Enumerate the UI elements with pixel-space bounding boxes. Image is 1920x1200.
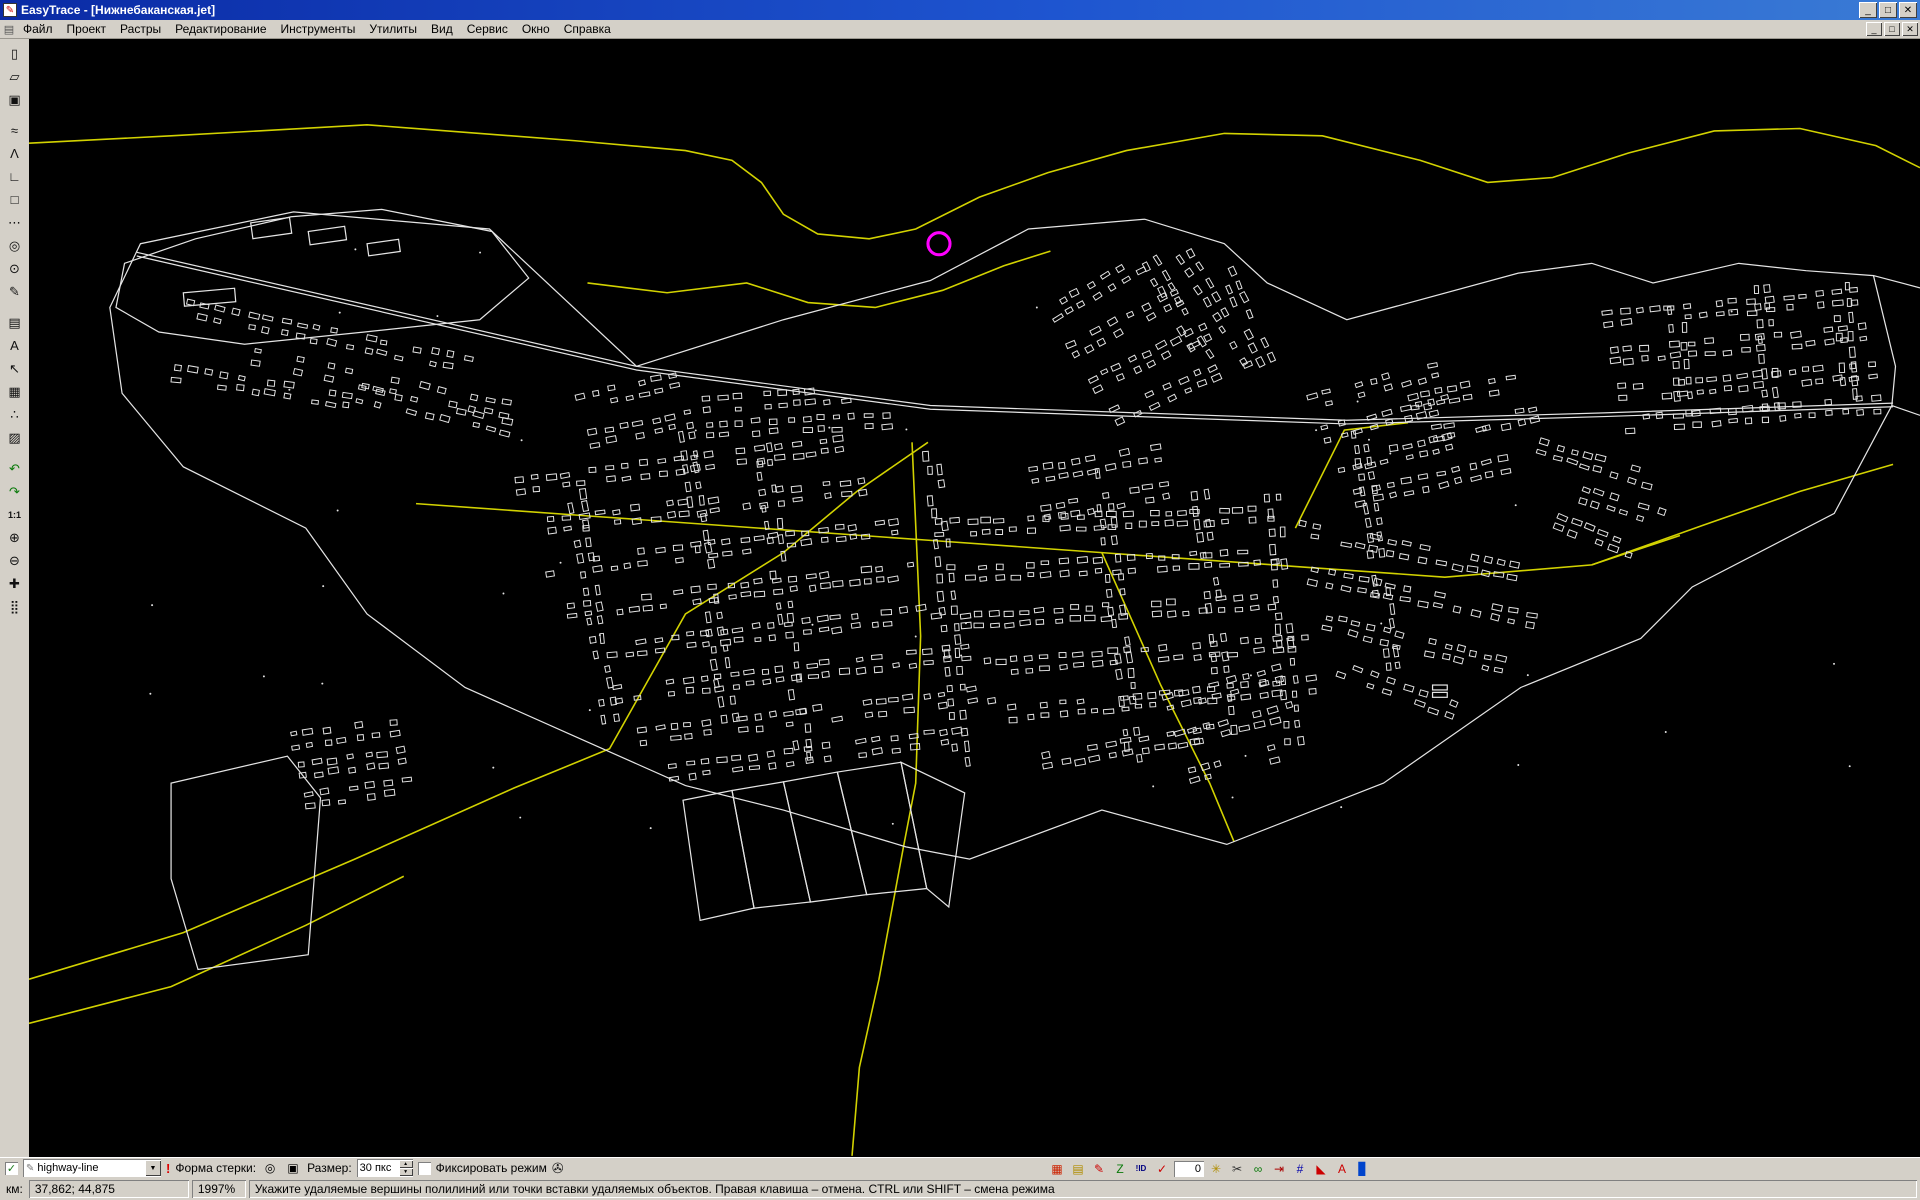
titlebar: ✎ EasyTrace - [Нижнебаканская.jet] _ □ ✕ [0,0,1920,20]
ellipse-tool-icon[interactable]: ◎ [3,234,27,257]
zoom-out-icon[interactable]: ⊖ [3,549,27,572]
coordinates-panel: 37,862; 44,875 [29,1180,189,1198]
paste-tool-icon[interactable]: ▤ [3,311,27,334]
left-toolbar: ▯▱▣ ≈Λ∟□⋯◎⊙✎ ▤A↖▦∴▨ ↶↷1:1⊕⊖✚⣿ [0,39,29,1157]
mdi-restore-button[interactable]: □ [1884,22,1900,36]
menu-item-5[interactable]: Утилиты [362,20,424,38]
z-order-icon[interactable]: Z [1111,1160,1129,1177]
grid-select-tool-icon[interactable]: ▦ [3,380,27,403]
eraser-tool-icon[interactable]: ▨ [3,426,27,449]
layer-visibility-checkbox[interactable]: ✓ [5,1162,18,1175]
counter-input[interactable]: 0 [1174,1161,1204,1177]
text-tool-icon[interactable]: A [3,334,27,357]
status-message: Укажите удаляемые вершины полилиний или … [249,1180,1917,1198]
spinner-down-icon[interactable]: ▼ [399,1168,413,1176]
menubar: ▤ ФайлПроектРастрыРедактированиеИнструме… [0,20,1920,39]
dot-grid-tool-icon[interactable]: ⣿ [3,595,27,618]
mdi-window-buttons: _ □ ✕ [1864,22,1918,36]
mdi-minimize-button[interactable]: _ [1866,22,1882,36]
pencil-z-icon[interactable]: ✎ [1090,1160,1108,1177]
camera-icon[interactable]: ✇ [552,1160,564,1177]
zoom-in-icon[interactable]: ⊕ [3,526,27,549]
exit-edit-icon[interactable]: ⇥ [1270,1160,1288,1177]
menu-item-2[interactable]: Растры [113,20,168,38]
flag-icon[interactable]: ◣ [1312,1160,1330,1177]
scale-1-1-icon[interactable]: 1:1 [3,503,27,526]
menu-item-1[interactable]: Проект [60,20,114,38]
zoom-panel: 1997% [192,1180,246,1198]
menu-items: ФайлПроектРастрыРедактированиеИнструмент… [16,20,618,38]
object-id-icon[interactable]: !ID [1132,1160,1150,1177]
point-tool-icon[interactable]: ⊙ [3,257,27,280]
zigzag-line-tool-icon[interactable]: Λ [3,142,27,165]
easytrace-window: ✎ EasyTrace - [Нижнебаканская.jet] _ □ ✕… [0,0,1920,1200]
document-icon: ▤ [2,22,16,36]
size-value: 30 пкс [360,1162,392,1174]
grid-icon[interactable]: # [1291,1160,1309,1177]
menu-item-9[interactable]: Справка [557,20,618,38]
fix-mode-label: Фиксировать режим [436,1161,547,1175]
fix-mode-checkbox[interactable] [418,1162,431,1175]
pan-tool-icon[interactable]: ✚ [3,572,27,595]
km-label: км: [3,1182,26,1196]
size-spinner-arrows[interactable]: ▲ ▼ [399,1160,413,1176]
menu-item-6[interactable]: Вид [424,20,460,38]
menu-item-3[interactable]: Редактирование [168,20,273,38]
ortho-line-tool-icon[interactable]: ∟ [3,165,27,188]
raster-text-icon[interactable]: ▤ [1069,1160,1087,1177]
dotted-line-tool-icon[interactable]: ⋯ [3,211,27,234]
snap-icon[interactable]: ✳ [1207,1160,1225,1177]
topology-check-icon[interactable]: ✓ [1153,1160,1171,1177]
save-icon[interactable]: ▣ [3,88,27,111]
menu-item-8[interactable]: Окно [515,20,557,38]
undo-icon[interactable]: ↶ [3,457,27,480]
layer-combobox[interactable]: ✎ highway-line ▼ [23,1159,161,1177]
eraser-circle-button[interactable]: ◎ [261,1159,279,1177]
layer-combobox-value: highway-line [37,1162,98,1174]
statistics-icon[interactable]: ▊ [1354,1160,1372,1177]
eraser-square-button[interactable]: ▣ [284,1159,302,1177]
eraser-shape-label: Форма стерки: [175,1161,256,1175]
rectangle-tool-icon[interactable]: □ [3,188,27,211]
size-spinner[interactable]: 30 пкс ▲ ▼ [357,1159,413,1177]
mdi-close-button[interactable]: ✕ [1902,22,1918,36]
menu-item-7[interactable]: Сервис [460,20,515,38]
font-icon[interactable]: A [1333,1160,1351,1177]
map-cursor [928,233,950,255]
status-bar: км: 37,862; 44,875 1997% Укажите удаляем… [0,1178,1920,1200]
map-canvas[interactable] [29,39,1920,1157]
cut-polyline-icon[interactable]: ✂ [1228,1160,1246,1177]
main-content: ▯▱▣ ≈Λ∟□⋯◎⊙✎ ▤A↖▦∴▨ ↶↷1:1⊕⊖✚⣿ [0,39,1920,1157]
vector-map[interactable] [29,39,1920,1157]
raster-layers-icon[interactable]: ▦ [1048,1160,1066,1177]
spinner-up-icon[interactable]: ▲ [399,1160,413,1168]
menu-item-0[interactable]: Файл [16,20,60,38]
open-file-icon[interactable]: ▱ [3,65,27,88]
redo-icon[interactable]: ↷ [3,480,27,503]
curve-tool-icon[interactable]: ≈ [3,119,27,142]
menu-item-4[interactable]: Инструменты [274,20,363,38]
minimize-button[interactable]: _ [1859,2,1877,18]
new-file-icon[interactable]: ▯ [3,42,27,65]
layer-icon: ✎ [26,1163,34,1174]
app-icon: ✎ [3,3,17,17]
size-label: Размер: [307,1161,352,1175]
attach-node-icon[interactable]: ∞ [1249,1160,1267,1177]
right-icon-strip: ▦▤✎Z!ID✓0✳✂∞⇥#◣A▊ [1048,1158,1372,1179]
close-button[interactable]: ✕ [1899,2,1917,18]
window-title: EasyTrace - [Нижнебаканская.jet] [21,3,1857,17]
combobox-dropdown-arrow[interactable]: ▼ [145,1160,161,1176]
bottom-toolbar: ✓ ✎ highway-line ▼ ! Форма стерки: ◎ ▣ Р… [0,1157,1920,1178]
warning-icon[interactable]: ! [166,1161,170,1176]
node-edit-tool-icon[interactable]: ∴ [3,403,27,426]
maximize-button[interactable]: □ [1879,2,1897,18]
select-arrow-tool-icon[interactable]: ↖ [3,357,27,380]
pencil-tool-icon[interactable]: ✎ [3,280,27,303]
